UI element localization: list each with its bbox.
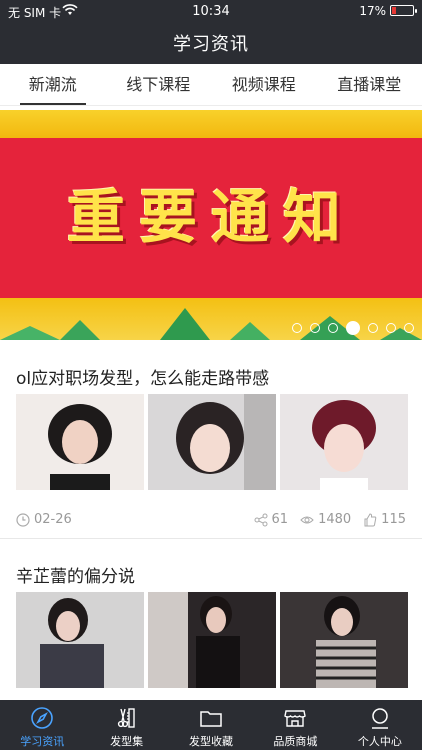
scissors-comb-icon <box>117 708 135 728</box>
battery-percent: 17% <box>359 4 386 18</box>
hairstyle-photo[interactable] <box>148 592 276 688</box>
carousel-dot-active[interactable] <box>346 321 360 335</box>
folder-icon <box>200 711 222 727</box>
tabbar-label: 发型收藏 <box>189 735 234 748</box>
tab-live-class[interactable]: 直播课堂 <box>317 64 422 105</box>
thumbs-up-icon <box>364 512 377 526</box>
carousel-dot[interactable] <box>292 323 302 333</box>
tabbar-label: 个人中心 <box>357 735 402 748</box>
article-title[interactable]: 辛芷蕾的偏分说 <box>16 562 135 587</box>
hairstyle-photo[interactable] <box>16 592 144 688</box>
tabbar-item-favorites[interactable]: 发型收藏 <box>169 700 253 750</box>
hairstyle-photo[interactable] <box>280 394 408 490</box>
eye-icon <box>300 516 314 523</box>
tabbar-label: 学习资讯 <box>20 735 65 748</box>
carousel-dot[interactable] <box>404 323 414 333</box>
carousel-pagination <box>292 320 414 336</box>
tabbar-item-shop[interactable]: 品质商城 <box>253 700 337 750</box>
page-title: 学习资讯 <box>173 34 249 55</box>
article-meta: 02-26 61 1480 115 <box>16 512 406 530</box>
divider <box>0 538 422 539</box>
tabbar-label: 发型集 <box>110 735 144 748</box>
article-date: 02-26 <box>16 512 72 527</box>
share-count[interactable]: 61 <box>254 512 288 527</box>
banner-headline: 重要通知 <box>66 183 355 251</box>
share-icon <box>254 513 268 526</box>
person-icon <box>371 708 388 729</box>
article-title[interactable]: ol应对职场发型，怎么能走路带感 <box>16 364 269 389</box>
clock-icon <box>16 512 30 527</box>
banner-carousel[interactable]: 重要通知 <box>0 110 422 340</box>
tabbar-item-learning-news[interactable]: 学习资讯 <box>0 700 84 750</box>
carousel-dot[interactable] <box>368 323 378 333</box>
like-count[interactable]: 115 <box>363 512 406 527</box>
article-stats: 61 1480 115 <box>254 512 406 527</box>
hairstyle-photo[interactable] <box>16 394 144 490</box>
article-card[interactable]: ol应对职场发型，怎么能走路带感 02-26 61 1480 115 <box>0 352 422 532</box>
article-photos <box>16 592 408 688</box>
tabbar-item-hairstyles[interactable]: 发型集 <box>84 700 168 750</box>
tab-offline-courses[interactable]: 线下课程 <box>106 64 212 105</box>
article-photos <box>16 394 408 490</box>
carousel-dot[interactable] <box>328 323 338 333</box>
category-tabs: 新潮流 线下课程 视频课程 直播课堂 <box>0 64 422 106</box>
article-card[interactable]: 辛芷蕾的偏分说 <box>0 550 422 700</box>
view-count: 1480 <box>300 512 351 527</box>
tab-video-courses[interactable]: 视频课程 <box>211 64 317 105</box>
carousel-dot[interactable] <box>386 323 396 333</box>
hairstyle-photo[interactable] <box>148 394 276 490</box>
top-bar: 无 SIM 卡 10:34 17% 学习资讯 <box>0 0 422 64</box>
status-bar: 无 SIM 卡 10:34 17% <box>0 0 422 22</box>
tab-new-trends[interactable]: 新潮流 <box>0 64 106 105</box>
shop-icon <box>284 710 307 727</box>
battery-icon <box>390 5 417 16</box>
tabbar-label: 品质商城 <box>273 735 318 748</box>
hairstyle-photo[interactable] <box>280 592 408 688</box>
compass-icon <box>31 707 54 729</box>
carousel-dot[interactable] <box>310 323 320 333</box>
tabbar-item-profile[interactable]: 个人中心 <box>338 700 422 750</box>
bottom-tab-bar: 学习资讯 发型集 发型收藏 品质商城 个人中心 <box>0 700 422 750</box>
